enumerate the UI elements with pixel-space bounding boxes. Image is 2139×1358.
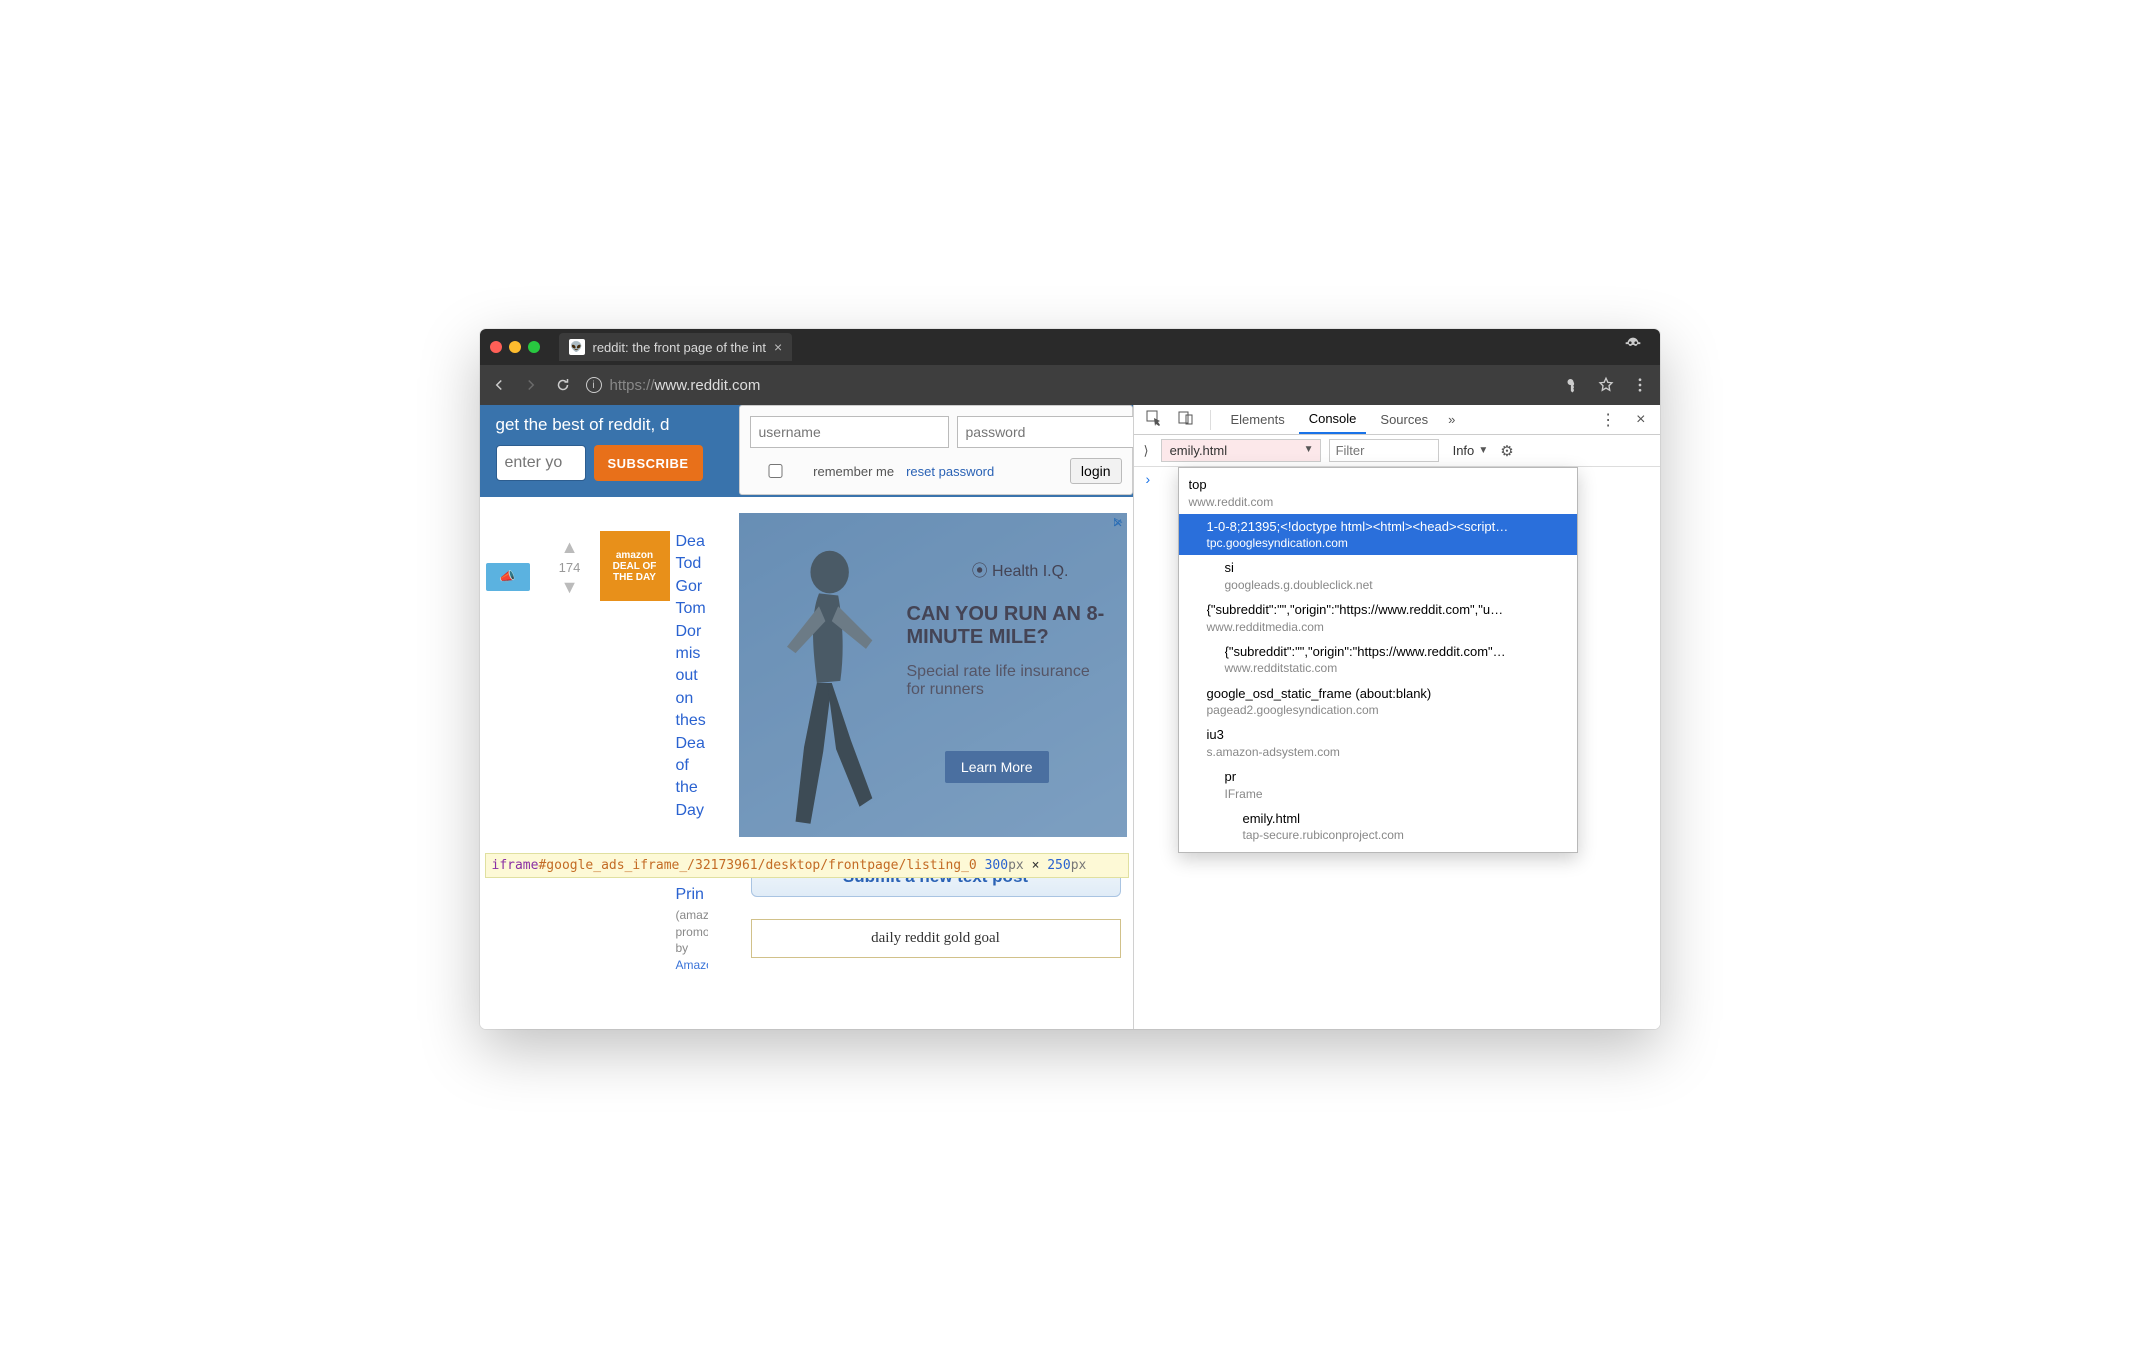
- window-zoom[interactable]: [528, 341, 540, 353]
- reload-button[interactable]: [554, 376, 572, 394]
- tab-close-icon[interactable]: ×: [774, 339, 782, 355]
- inspect-icon[interactable]: [1140, 406, 1168, 433]
- subscribe-button[interactable]: SUBSCRIBE: [594, 445, 703, 481]
- password-input[interactable]: [957, 416, 1134, 448]
- log-level-select[interactable]: Info: [1447, 440, 1493, 461]
- devtools-tabs: Elements Console Sources » ⋮ ×: [1134, 405, 1660, 435]
- post-score: 174: [559, 560, 581, 575]
- ad-banner[interactable]: ▷ × ⦿ Health I.Q. CAN YOU RUN AN 8-MINUT…: [739, 513, 1127, 837]
- element-tooltip: iframe#google_ads_iframe_/32173961/deskt…: [485, 853, 1129, 878]
- remember-checkbox[interactable]: [750, 464, 802, 478]
- console-toolbar: ⟩ emily.html Info ⚙: [1134, 435, 1660, 467]
- incognito-icon: [1622, 334, 1644, 361]
- context-dropdown[interactable]: topwww.reddit.com1-0-8;21395;<!doctype h…: [1178, 467, 1578, 853]
- browser-tab[interactable]: 👽 reddit: the front page of the int ×: [559, 333, 793, 361]
- promoted-icon: 📣: [486, 563, 530, 591]
- email-input[interactable]: [496, 445, 586, 481]
- webpage: get the best of reddit, d SUBSCRIBE reme…: [480, 405, 1134, 1029]
- device-toggle-icon[interactable]: [1172, 406, 1200, 433]
- menu-icon[interactable]: [1630, 376, 1650, 394]
- login-button[interactable]: login: [1070, 458, 1122, 484]
- forward-button[interactable]: [522, 376, 540, 394]
- console-prompt-icon[interactable]: ›: [1142, 469, 1155, 489]
- upvote-button[interactable]: ▲: [561, 537, 579, 558]
- post-thumbnail[interactable]: amazon DEAL OF THE DAY: [600, 531, 670, 601]
- ad-subtext: Special rate life insurance for runners: [907, 663, 1107, 699]
- context-item[interactable]: {"subreddit":"","origin":"https://www.re…: [1179, 597, 1577, 639]
- url-text: https://www.reddit.com: [610, 377, 761, 394]
- devtools-menu-icon[interactable]: ⋮: [1592, 406, 1624, 434]
- ad-brand: ⦿ Health I.Q.: [972, 557, 1069, 581]
- window-close[interactable]: [490, 341, 502, 353]
- tab-title: reddit: the front page of the int: [593, 340, 766, 355]
- login-form: remember me reset password login: [739, 405, 1133, 495]
- ad-headline: CAN YOU RUN AN 8-MINUTE MILE?: [907, 603, 1107, 649]
- username-input[interactable]: [750, 416, 949, 448]
- post-title[interactable]: DeaTodGorTomDormisoutonthesDeaoftheDay A…: [670, 509, 708, 974]
- devtools-close-icon[interactable]: ×: [1628, 407, 1653, 433]
- titlebar: 👽 reddit: the front page of the int ×: [480, 329, 1660, 365]
- downvote-button[interactable]: ▼: [561, 577, 579, 598]
- tab-sources[interactable]: Sources: [1370, 406, 1438, 433]
- back-button[interactable]: [490, 376, 508, 394]
- context-item[interactable]: google_osd_static_frame (about:blank)pag…: [1179, 681, 1577, 723]
- reset-password-link[interactable]: reset password: [906, 464, 994, 479]
- favicon-icon: 👽: [569, 339, 585, 355]
- context-select[interactable]: emily.html: [1161, 439, 1321, 462]
- filter-input[interactable]: [1329, 439, 1439, 462]
- browser-window: 👽 reddit: the front page of the int × i …: [480, 329, 1660, 1029]
- context-item[interactable]: topwww.reddit.com: [1179, 472, 1577, 514]
- post-meta: (amazo promot by Amazo: [676, 907, 708, 974]
- context-item[interactable]: {"subreddit":"","origin":"https://www.re…: [1179, 639, 1577, 681]
- ad-close-icon[interactable]: ×: [1107, 515, 1126, 533]
- remember-label: remember me: [813, 464, 894, 479]
- window-minimize[interactable]: [509, 341, 521, 353]
- context-item[interactable]: 1-0-8;21395;<!doctype html><html><head><…: [1179, 514, 1577, 556]
- ad-illustration: [739, 523, 929, 837]
- key-icon[interactable]: [1562, 376, 1582, 394]
- ad-cta-button[interactable]: Learn More: [945, 751, 1049, 783]
- gold-goal-panel: daily reddit gold goal: [751, 919, 1121, 958]
- settings-icon[interactable]: ⚙: [1500, 442, 1513, 460]
- context-item[interactable]: emily.htmltap-secure.rubiconproject.com: [1179, 806, 1577, 848]
- devtools-panel: Elements Console Sources » ⋮ × ⟩ emily.h…: [1134, 405, 1660, 1029]
- sidebar-toggle-icon[interactable]: ⟩: [1140, 443, 1153, 459]
- star-icon[interactable]: [1596, 376, 1616, 394]
- context-item[interactable]: iu3s.amazon-adsystem.com: [1179, 722, 1577, 764]
- context-item[interactable]: prIFrame: [1179, 764, 1577, 806]
- site-info-icon[interactable]: i: [586, 377, 602, 393]
- tab-elements[interactable]: Elements: [1221, 406, 1295, 433]
- context-item[interactable]: sigoogleads.g.doubleclick.net: [1179, 555, 1577, 597]
- tab-console[interactable]: Console: [1299, 405, 1367, 434]
- toolbar: i https://www.reddit.com: [480, 365, 1660, 405]
- address-bar[interactable]: i https://www.reddit.com: [586, 377, 1548, 394]
- tabs-overflow-icon[interactable]: »: [1442, 408, 1461, 431]
